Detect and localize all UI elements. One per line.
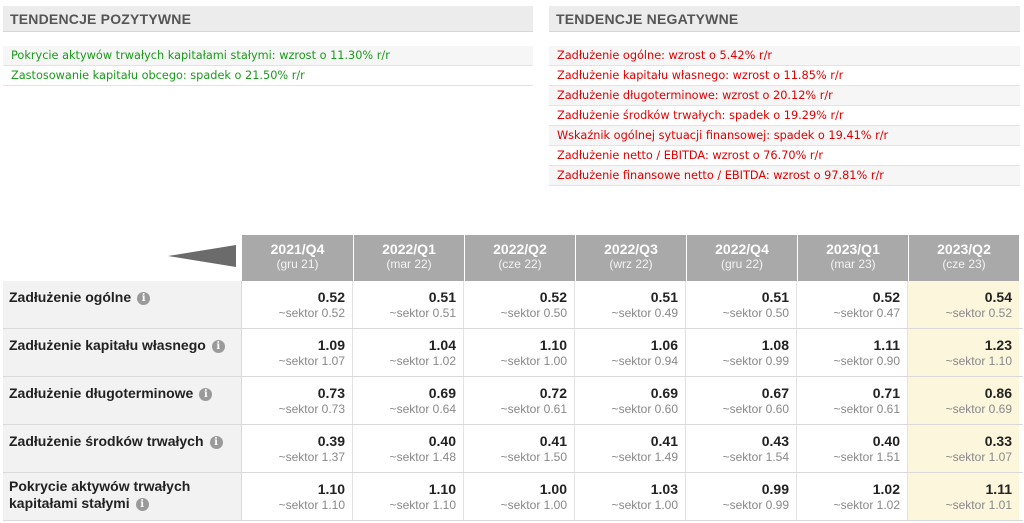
table-cell: 0.51 ~sektor 0.51: [353, 281, 464, 328]
table-cell: 1.11 ~sektor 0.90: [797, 329, 908, 376]
negative-trends-title: TENDENCJE NEGATYWNE: [549, 6, 1020, 32]
negative-trends-panel: TENDENCJE NEGATYWNE Zadłużenie ogólne: w…: [549, 6, 1020, 186]
table-cell: 0.72 ~sektor 0.61: [464, 377, 575, 424]
period-header: 2023/Q2 (cze 23): [908, 235, 1019, 281]
table-cell: 0.52 ~sektor 0.47: [797, 281, 908, 328]
table-cell-latest: 0.33 ~sektor 1.07: [908, 425, 1019, 472]
table-cell-latest: 0.54 ~sektor 0.52: [908, 281, 1019, 328]
scroll-left-arrow-icon[interactable]: [168, 245, 236, 267]
table-cell: 0.51 ~sektor 0.49: [575, 281, 686, 328]
period-header: 2022/Q4 (gru 22): [686, 235, 797, 281]
table-cell-latest: 1.11 ~sektor 1.01: [908, 473, 1019, 520]
table-corner: [3, 235, 242, 281]
negative-trend-item: Zadłużenie netto / EBITDA: wzrost o 76.7…: [549, 146, 1020, 166]
table-cell: 1.02 ~sektor 1.02: [797, 473, 908, 520]
info-icon[interactable]: i: [209, 436, 223, 449]
table-header-row: 2021/Q4 (gru 21) 2022/Q1 (mar 22) 2022/Q…: [3, 235, 1023, 281]
table-cell: 0.67 ~sektor 0.60: [686, 377, 797, 424]
period-header: 2021/Q4 (gru 21): [242, 235, 353, 281]
table-cell: 0.52 ~sektor 0.50: [464, 281, 575, 328]
table-cell: 0.51 ~sektor 0.50: [686, 281, 797, 328]
table-cell: 1.09 ~sektor 1.07: [242, 329, 353, 376]
table-cell: 1.04 ~sektor 1.02: [353, 329, 464, 376]
negative-trend-item: Wskaźnik ogólnej sytuacji finansowej: sp…: [549, 126, 1020, 146]
positive-trends-list: Pokrycie aktywów trwałych kapitałami sta…: [3, 46, 533, 86]
table-cell: 1.10 ~sektor 1.10: [242, 473, 353, 520]
table-cell: 0.71 ~sektor 0.61: [797, 377, 908, 424]
period-header: 2022/Q2 (cze 22): [464, 235, 575, 281]
table-row: Zadłużenie kapitału własnego i 1.09 ~sekto…: [3, 329, 1023, 377]
negative-trend-item: Zadłużenie długoterminowe: wzrost o 20.1…: [549, 86, 1020, 106]
table-cell: 0.73 ~sektor 0.73: [242, 377, 353, 424]
negative-trend-item: Zadłużenie kapitału własnego: wzrost o 1…: [549, 66, 1020, 86]
table-cell: 1.10 ~sektor 1.10: [353, 473, 464, 520]
table-cell: 1.08 ~sektor 0.99: [686, 329, 797, 376]
table-row: Zadłużenie ogólne i 0.52 ~sektor 0.52 0.51…: [3, 281, 1023, 329]
table-cell: 0.99 ~sektor 0.99: [686, 473, 797, 520]
table-cell: 1.10 ~sektor 1.00: [464, 329, 575, 376]
table-cell: 0.52 ~sektor 0.52: [242, 281, 353, 328]
table-cell: 0.40 ~sektor 1.48: [353, 425, 464, 472]
table-cell: 0.39 ~sektor 1.37: [242, 425, 353, 472]
info-icon[interactable]: i: [135, 498, 149, 511]
row-label: Zadłużenie środków trwałych i: [3, 425, 242, 472]
table-cell: 1.03 ~sektor 1.00: [575, 473, 686, 520]
table-row: Pokrycie aktywów trwałych kapitałami sta…: [3, 473, 1023, 521]
table-cell: 0.41 ~sektor 1.50: [464, 425, 575, 472]
row-label: Zadłużenie ogólne i: [3, 281, 242, 328]
row-label: Zadłużenie kapitału własnego i: [3, 329, 242, 376]
table-cell: 0.41 ~sektor 1.49: [575, 425, 686, 472]
negative-trend-item: Zadłużenie finansowe netto / EBITDA: wzr…: [549, 166, 1020, 186]
info-icon[interactable]: i: [137, 292, 151, 305]
table-row: Zadłużenie długoterminowe i 0.73 ~sektor 0…: [3, 377, 1023, 425]
negative-trend-item: Zadłużenie środków trwałych: spadek o 19…: [549, 106, 1020, 126]
period-header: 2023/Q1 (mar 23): [797, 235, 908, 281]
negative-trends-list: Zadłużenie ogólne: wzrost o 5.42% r/r Za…: [549, 46, 1020, 186]
table-cell: 0.43 ~sektor 1.54: [686, 425, 797, 472]
info-icon[interactable]: i: [211, 340, 225, 353]
positive-trends-title: TENDENCJE POZYTYWNE: [3, 6, 533, 32]
table-cell: 0.69 ~sektor 0.60: [575, 377, 686, 424]
row-label: Zadłużenie długoterminowe i: [3, 377, 242, 424]
table-cell: 0.69 ~sektor 0.64: [353, 377, 464, 424]
row-label: Pokrycie aktywów trwałych kapitałami sta…: [3, 473, 242, 520]
table-cell-latest: 0.86 ~sektor 0.69: [908, 377, 1019, 424]
table-cell: 1.06 ~sektor 0.94: [575, 329, 686, 376]
negative-trend-item: Zadłużenie ogólne: wzrost o 5.42% r/r: [549, 46, 1020, 66]
table-cell: 1.00 ~sektor 1.00: [464, 473, 575, 520]
period-header: 2022/Q3 (wrz 22): [575, 235, 686, 281]
positive-trends-panel: TENDENCJE POZYTYWNE Pokrycie aktywów trw…: [3, 6, 533, 86]
positive-trend-item: Zastosowanie kapitału obcego: spadek o 2…: [3, 66, 533, 86]
positive-trend-item: Pokrycie aktywów trwałych kapitałami sta…: [3, 46, 533, 66]
table-row: Zadłużenie środków trwałych i 0.39 ~sektor…: [3, 425, 1023, 473]
table-cell-latest: 1.23 ~sektor 1.10: [908, 329, 1019, 376]
table-cell: 0.40 ~sektor 1.51: [797, 425, 908, 472]
period-header: 2022/Q1 (mar 22): [353, 235, 464, 281]
info-icon[interactable]: i: [199, 388, 213, 401]
debt-ratios-table: 2021/Q4 (gru 21) 2022/Q1 (mar 22) 2022/Q…: [3, 235, 1023, 521]
